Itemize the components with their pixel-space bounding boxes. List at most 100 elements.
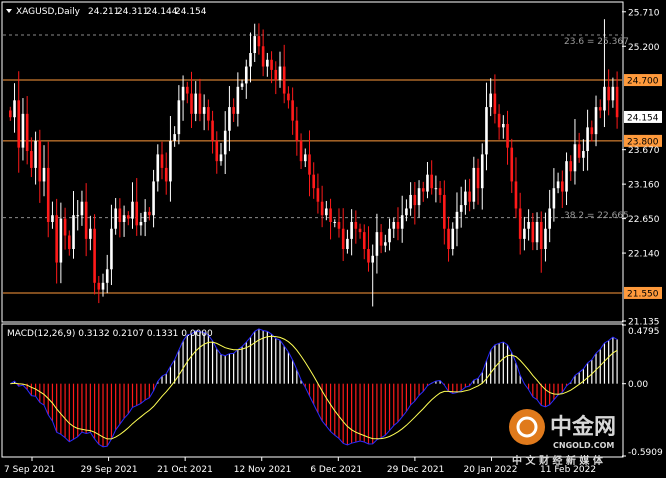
candle-body: [400, 215, 404, 229]
candle-body: [169, 140, 172, 182]
candle-body: [316, 188, 320, 202]
candle-body: [468, 191, 471, 202]
candle-body: [228, 107, 231, 131]
candle-body: [177, 100, 181, 135]
candle-body: [443, 194, 446, 229]
candle-body: [603, 86, 606, 111]
candle-body: [384, 242, 387, 246]
candle-body: [544, 228, 547, 250]
candle-body: [611, 86, 615, 101]
candle-body: [497, 113, 501, 128]
candle-body: [447, 228, 450, 250]
macd-tick-label: -0.5909: [628, 448, 663, 458]
candle-body: [84, 201, 88, 239]
watermark-tagline: 中 文 财 经 新 媒 体: [512, 454, 604, 467]
candle-body: [312, 174, 316, 189]
trading-chart[interactable]: 25.71025.20024.70024.15423.80023.67023.1…: [0, 0, 666, 478]
time-label: 20 Jan 2022: [463, 465, 517, 475]
candle-body: [430, 174, 433, 189]
time-axis[interactable]: 7 Sep 2021 29 Sep 2021 21 Oct 2021 12 Nov 2…: [4, 457, 596, 475]
candle-body: [362, 232, 366, 250]
symbol-header[interactable]: XAGUSD,Daily 24.211 24.311 24.144 24.154: [6, 7, 207, 17]
candle-body: [320, 201, 324, 216]
candle-body: [185, 86, 189, 94]
candle-body: [118, 208, 122, 222]
candle-body: [38, 140, 42, 182]
candle-body: [59, 218, 63, 263]
price-tag-label: 24.700: [627, 77, 659, 87]
candle-body: [207, 107, 210, 121]
ohlc-open: 24.211: [88, 7, 120, 17]
candle-body: [523, 228, 526, 239]
price-tick-label: 25.710: [628, 8, 660, 18]
candle-body: [30, 151, 33, 168]
candle-body: [55, 215, 58, 263]
candle-body: [278, 66, 282, 81]
candle-body: [93, 228, 96, 283]
candle-body: [219, 154, 223, 162]
watermark-site: CNGOLD.COM: [553, 441, 614, 450]
candle-body: [190, 93, 193, 114]
macd-tick-label: 0.4795: [628, 327, 660, 337]
candle-body: [223, 130, 227, 155]
candle-body: [350, 221, 353, 239]
candle-body: [594, 107, 598, 135]
candle-body: [514, 181, 518, 209]
ohlc-close: 24.154: [175, 7, 207, 17]
price-tick-label: 23.160: [628, 181, 660, 191]
candle-body: [110, 228, 113, 270]
candle-body: [358, 228, 362, 233]
candle-body: [105, 269, 109, 283]
candle-body: [156, 154, 160, 182]
time-label: 12 Nov 2021: [234, 465, 292, 475]
candle-body: [325, 208, 328, 216]
candle-body: [181, 86, 185, 101]
candle-body: [451, 228, 455, 250]
price-axis[interactable]: 25.71025.20024.70024.15423.80023.67023.1…: [622, 8, 662, 328]
ohlc-low: 24.144: [146, 7, 178, 17]
candle-body: [518, 208, 522, 239]
time-label: 21 Oct 2021: [157, 465, 213, 475]
fib-label-382: 38.2 = 22.665: [564, 211, 629, 221]
time-label: 6 Dec 2021: [310, 465, 362, 475]
candle-body: [337, 221, 341, 229]
candle-body: [122, 215, 126, 222]
candle-body: [13, 100, 16, 118]
candle-body: [51, 215, 54, 222]
candle-body: [392, 221, 396, 229]
dropdown-triangle-icon[interactable]: [6, 9, 12, 13]
candle-body: [510, 147, 514, 182]
candle-body: [590, 127, 594, 135]
candle-body: [493, 93, 497, 114]
candle-body: [42, 167, 46, 182]
candle-body: [232, 107, 235, 114]
candle-body: [101, 282, 105, 290]
candle-body: [114, 208, 117, 229]
candle-body: [173, 134, 176, 141]
candle-body: [464, 191, 467, 206]
candle-body: [552, 188, 556, 209]
time-label: 29 Dec 2021: [387, 465, 445, 475]
candle-body: [396, 221, 400, 229]
candle-body: [413, 194, 417, 206]
candle-body: [561, 181, 564, 192]
candle-body: [72, 215, 75, 250]
candle-body: [480, 154, 484, 189]
candle-body: [367, 249, 370, 263]
cngold-watermark: 中金网 CNGOLD.COM 中 文 财 经 新 媒 体: [509, 409, 616, 467]
macd-axis[interactable]: 0.4795 0.00 -0.5909: [622, 324, 663, 458]
price-tick-label: 23.670: [628, 146, 660, 156]
candle-body: [135, 201, 139, 226]
candle-body: [152, 181, 155, 216]
candle-body: [565, 161, 568, 192]
candle-body: [249, 53, 252, 67]
candle-body: [539, 221, 543, 250]
ohlc-high: 24.311: [117, 7, 149, 17]
candle-body: [76, 215, 80, 217]
candle-body: [308, 154, 311, 175]
price-tick-label: 21.135: [628, 318, 660, 328]
candle-body: [548, 208, 551, 229]
macd-title: MACD(12,26,9) 0.3132 0.2107 0.1331 0.000…: [7, 329, 213, 339]
candle-body: [274, 69, 278, 81]
candle-body: [577, 144, 581, 158]
